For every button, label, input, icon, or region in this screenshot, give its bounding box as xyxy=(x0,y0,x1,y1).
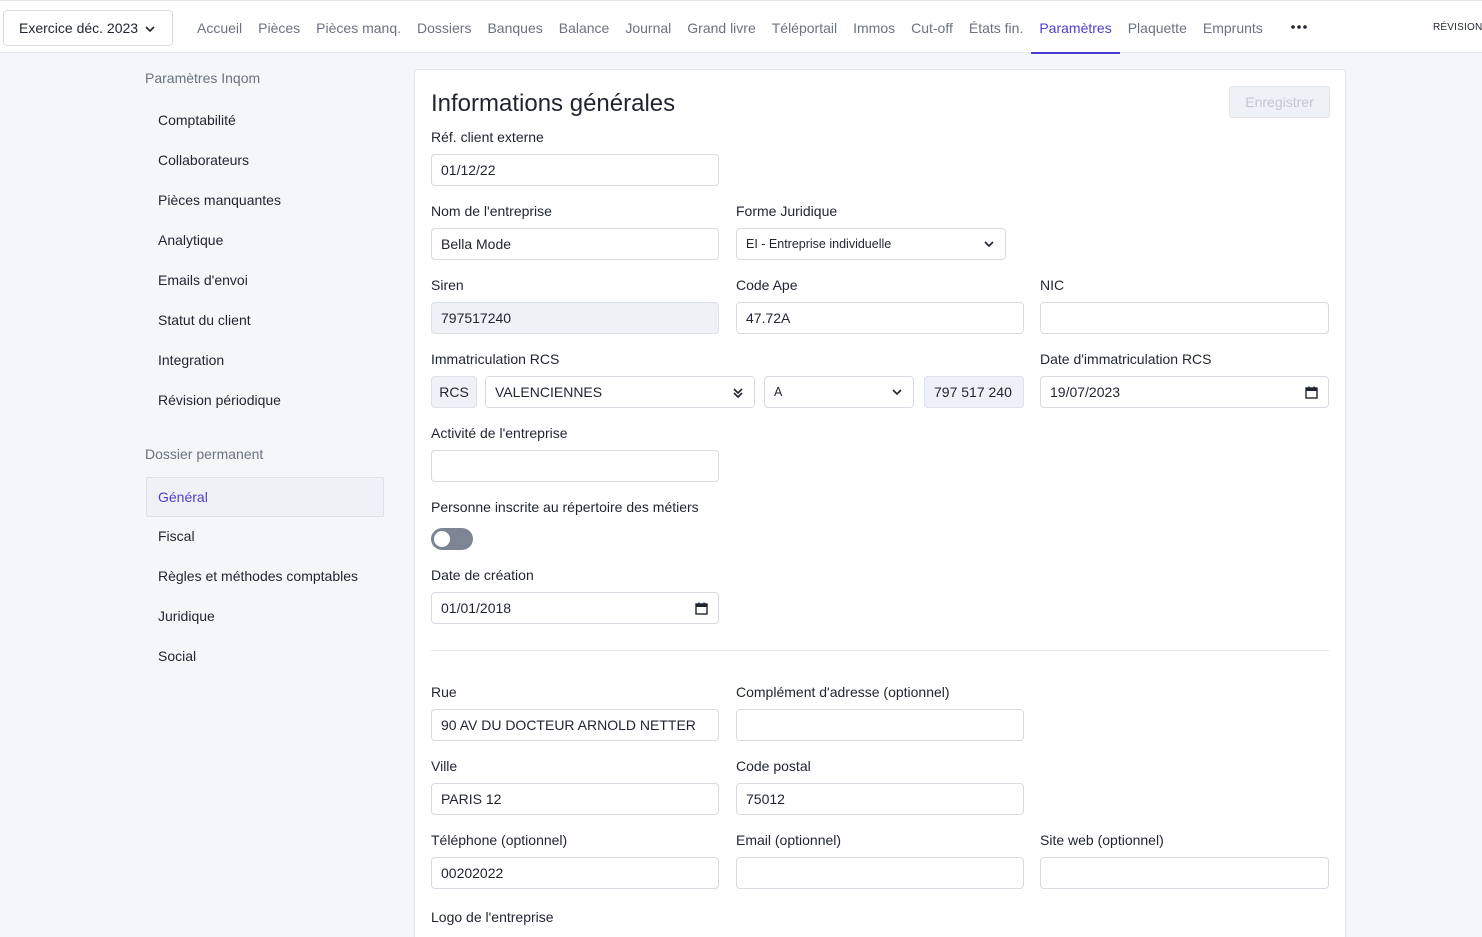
rcs-label: Immatriculation RCS xyxy=(431,351,560,367)
legal-form-label: Forme Juridique xyxy=(736,203,838,219)
nav-dossiers[interactable]: Dossiers xyxy=(409,1,479,54)
nav-etats-fin[interactable]: États fin. xyxy=(961,1,1031,54)
section-divider xyxy=(431,650,1329,651)
exercise-label: Exercice déc. 2023 xyxy=(19,20,139,36)
rcs-letter-select[interactable]: A xyxy=(764,376,914,408)
creation-date-field[interactable]: 01/01/2018 xyxy=(431,592,719,624)
main-nav: Accueil Pièces Pièces manq. Dossiers Ban… xyxy=(189,1,1271,54)
email-label: Email (optionnel) xyxy=(736,832,842,848)
nav-grand-livre[interactable]: Grand livre xyxy=(679,1,763,54)
sidebar-item-fiscal[interactable]: Fiscal xyxy=(146,516,384,556)
rcs-date-label: Date d'immatriculation RCS xyxy=(1040,351,1212,367)
ref-label: Réf. client externe xyxy=(431,129,544,145)
ape-field[interactable]: 47.72A xyxy=(736,302,1024,334)
website-label: Site web (optionnel) xyxy=(1040,832,1164,848)
ape-label: Code Ape xyxy=(736,277,798,293)
postal-field[interactable]: 75012 xyxy=(736,783,1024,815)
email-field[interactable] xyxy=(736,857,1024,889)
save-button[interactable]: Enregistrer xyxy=(1229,86,1330,118)
revision-link[interactable]: RÉVISION xyxy=(1433,22,1482,33)
nav-emprunts[interactable]: Emprunts xyxy=(1195,1,1271,54)
chevron-down-icon xyxy=(145,26,155,33)
activity-field[interactable] xyxy=(431,450,719,482)
company-label: Nom de l'entreprise xyxy=(431,203,552,219)
street-field[interactable]: 90 AV DU DOCTEUR ARNOLD NETTER xyxy=(431,709,719,741)
sidebar-item-revision[interactable]: Révision périodique xyxy=(146,380,384,420)
sidebar-item-analytique[interactable]: Analytique xyxy=(146,220,384,260)
rcs-city-select[interactable]: VALENCIENNES xyxy=(485,376,755,408)
phone-field[interactable]: 00202022 xyxy=(431,857,719,889)
phone-label: Téléphone (optionnel) xyxy=(431,832,568,848)
exercise-selector[interactable]: Exercice déc. 2023 xyxy=(3,10,173,46)
rcs-letter-value: A xyxy=(774,385,783,399)
sidebar-item-regles[interactable]: Règles et méthodes comptables xyxy=(146,556,384,596)
rcs-city-value: VALENCIENNES xyxy=(495,384,603,400)
creation-label: Date de création xyxy=(431,567,534,583)
city-field[interactable]: PARIS 12 xyxy=(431,783,719,815)
nav-plaquette[interactable]: Plaquette xyxy=(1120,1,1195,54)
sidebar-item-comptabilite[interactable]: Comptabilité xyxy=(146,100,384,140)
nav-cut-off[interactable]: Cut-off xyxy=(903,1,961,54)
trades-label: Personne inscrite au répertoire des méti… xyxy=(431,499,699,515)
rcs-date-field[interactable]: 19/07/2023 xyxy=(1040,376,1329,408)
calendar-icon[interactable] xyxy=(1305,386,1318,399)
sidebar-item-collaborateurs[interactable]: Collaborateurs xyxy=(146,140,384,180)
chevron-down-icon xyxy=(984,241,994,248)
complement-field[interactable] xyxy=(736,709,1024,741)
creation-date-value: 01/01/2018 xyxy=(441,600,512,616)
legal-form-value: EI - Entreprise individuelle xyxy=(746,237,892,251)
postal-label: Code postal xyxy=(736,758,811,774)
siren-label: Siren xyxy=(431,277,464,293)
nav-balance[interactable]: Balance xyxy=(551,1,618,54)
company-field[interactable]: Bella Mode xyxy=(431,228,719,260)
rcs-date-value: 19/07/2023 xyxy=(1050,384,1121,400)
website-field[interactable] xyxy=(1040,857,1329,889)
sidebar-item-statut[interactable]: Statut du client xyxy=(146,300,384,340)
sidebar-item-emails[interactable]: Emails d'envoi xyxy=(146,260,384,300)
trades-toggle[interactable] xyxy=(431,528,473,550)
calendar-icon[interactable] xyxy=(695,602,708,615)
nav-banques[interactable]: Banques xyxy=(479,1,550,54)
nic-field[interactable] xyxy=(1040,302,1329,334)
city-label: Ville xyxy=(431,758,458,774)
sidebar-item-pieces-manquantes[interactable]: Pièces manquantes xyxy=(146,180,384,220)
sidebar-item-juridique[interactable]: Juridique xyxy=(146,596,384,636)
chevrons-up-down-icon xyxy=(733,388,743,399)
ref-field[interactable]: 01/12/22 xyxy=(431,154,719,186)
nic-label: NIC xyxy=(1040,277,1065,293)
sidebar-item-social[interactable]: Social xyxy=(146,636,384,676)
rcs-prefix: RCS xyxy=(431,376,477,408)
siren-field: 797517240 xyxy=(431,302,719,334)
sidebar-item-integration[interactable]: Integration xyxy=(146,340,384,380)
nav-parametres[interactable]: Paramètres xyxy=(1031,1,1121,54)
street-label: Rue xyxy=(431,684,457,700)
top-bar: Exercice déc. 2023 Accueil Pièces Pièces… xyxy=(0,0,1482,54)
legal-form-select[interactable]: EI - Entreprise individuelle xyxy=(736,228,1006,260)
nav-journal[interactable]: Journal xyxy=(617,1,679,54)
activity-label: Activité de l'entreprise xyxy=(431,425,568,441)
nav-teleportail[interactable]: Téléportail xyxy=(764,1,845,54)
more-options-icon[interactable] xyxy=(1289,16,1309,38)
page-title: Informations générales xyxy=(431,90,676,117)
sidebar-heading-dossier: Dossier permanent xyxy=(145,446,264,462)
nav-accueil[interactable]: Accueil xyxy=(189,1,250,54)
nav-pieces[interactable]: Pièces xyxy=(250,1,308,54)
nav-immos[interactable]: Immos xyxy=(845,1,903,54)
sidebar-heading-inqom: Paramètres Inqom xyxy=(145,70,261,86)
logo-label: Logo de l'entreprise xyxy=(431,909,554,925)
chevron-down-icon xyxy=(892,389,902,396)
toggle-knob xyxy=(434,531,450,547)
nav-pieces-manq[interactable]: Pièces manq. xyxy=(308,1,409,54)
general-info-card: Informations générales Enregistrer Réf. … xyxy=(414,69,1346,937)
complement-label: Complément d'adresse (optionnel) xyxy=(736,684,950,700)
rcs-number-field: 797 517 240 xyxy=(924,376,1024,408)
sidebar-item-general[interactable]: Général xyxy=(146,477,384,517)
